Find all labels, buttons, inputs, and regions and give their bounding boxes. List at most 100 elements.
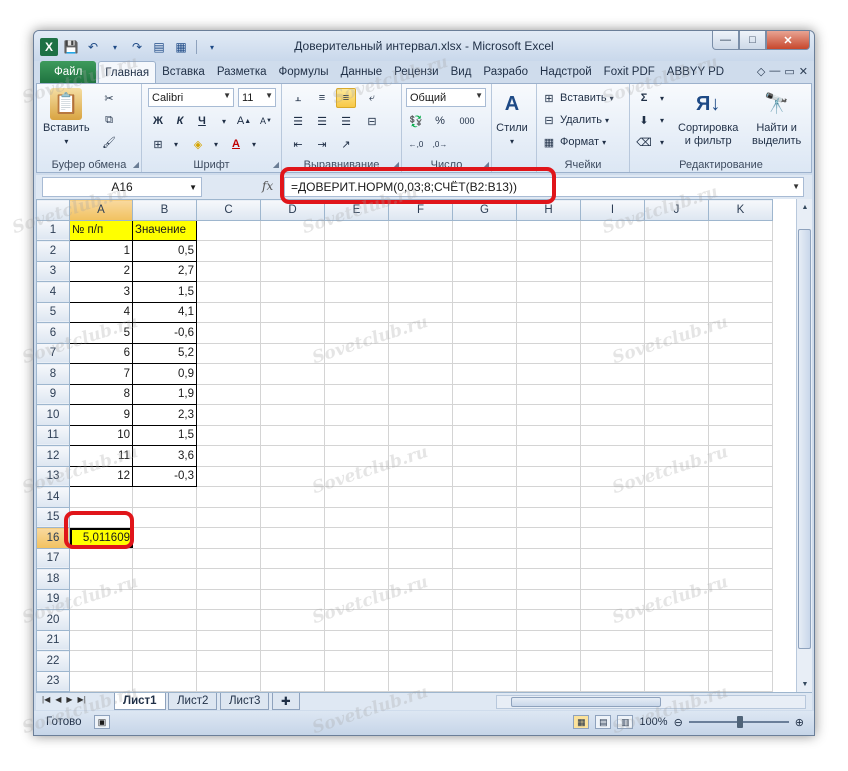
- cell-D12[interactable]: [260, 445, 325, 467]
- row-header[interactable]: 23: [36, 670, 70, 692]
- cell-B7[interactable]: 5,2: [132, 342, 197, 364]
- row-header[interactable]: 7: [36, 342, 70, 364]
- cell-D15[interactable]: [260, 506, 325, 528]
- cell-F23[interactable]: [388, 670, 453, 692]
- cell-C15[interactable]: [196, 506, 261, 528]
- ribbon-minimize-icon[interactable]: —: [769, 65, 780, 78]
- cell-F14[interactable]: [388, 486, 453, 508]
- cell-C22[interactable]: [196, 650, 261, 672]
- font-color-icon[interactable]: A: [226, 134, 246, 154]
- cell-J10[interactable]: [644, 404, 709, 426]
- minimize-button[interactable]: —: [712, 31, 739, 50]
- shrink-font-icon[interactable]: A ▼: [256, 111, 276, 131]
- delete-cells-button[interactable]: ⊟ Удалить ▾: [541, 110, 609, 130]
- cell-K6[interactable]: [708, 322, 773, 344]
- cell-C13[interactable]: [196, 465, 261, 487]
- row-header[interactable]: 4: [36, 281, 70, 303]
- cell-D11[interactable]: [260, 424, 325, 446]
- cell-G13[interactable]: [452, 465, 517, 487]
- row-header[interactable]: 9: [36, 383, 70, 405]
- column-header[interactable]: H: [516, 199, 581, 221]
- number-format-select[interactable]: Общий ▼: [406, 88, 486, 107]
- cell-H15[interactable]: [516, 506, 581, 528]
- insert-sheet-icon[interactable]: ✚: [272, 693, 300, 710]
- clear-icon[interactable]: ⌫: [634, 132, 654, 152]
- tab-4[interactable]: Формулы: [273, 61, 335, 83]
- currency-icon[interactable]: 💱: [406, 111, 426, 131]
- cell-K14[interactable]: [708, 486, 773, 508]
- cell-D23[interactable]: [260, 670, 325, 692]
- cell-K19[interactable]: [708, 588, 773, 610]
- cell-G21[interactable]: [452, 629, 517, 651]
- cell-D16[interactable]: [260, 527, 325, 549]
- cell-J13[interactable]: [644, 465, 709, 487]
- cell-F8[interactable]: [388, 363, 453, 385]
- cell-G16[interactable]: [452, 527, 517, 549]
- vertical-scrollbar[interactable]: ▲ ▼: [796, 199, 812, 692]
- decrease-indent-icon[interactable]: ⇤: [288, 134, 308, 154]
- select-all-corner[interactable]: [36, 199, 70, 221]
- cell-B23[interactable]: [132, 670, 197, 692]
- cell-I7[interactable]: [580, 342, 645, 364]
- cell-E1[interactable]: [324, 219, 389, 241]
- cell-F10[interactable]: [388, 404, 453, 426]
- row-header[interactable]: 14: [36, 486, 70, 508]
- close-button[interactable]: ✕: [766, 31, 810, 50]
- cell-K23[interactable]: [708, 670, 773, 692]
- cell-E15[interactable]: [324, 506, 389, 528]
- cell-B14[interactable]: [132, 486, 197, 508]
- row-header[interactable]: 8: [36, 363, 70, 385]
- cell-D14[interactable]: [260, 486, 325, 508]
- tab-1[interactable]: Главная: [98, 61, 157, 83]
- cell-H7[interactable]: [516, 342, 581, 364]
- cell-H1[interactable]: [516, 219, 581, 241]
- cell-C19[interactable]: [196, 588, 261, 610]
- row-header[interactable]: 15: [36, 506, 70, 528]
- increase-decimal-icon[interactable]: ←,0: [406, 134, 426, 154]
- cell-E2[interactable]: [324, 240, 389, 262]
- column-header[interactable]: C: [196, 199, 261, 221]
- cell-F22[interactable]: [388, 650, 453, 672]
- column-header[interactable]: G: [452, 199, 517, 221]
- thousands-button[interactable]: 000: [452, 111, 482, 131]
- cell-J17[interactable]: [644, 547, 709, 569]
- cell-A17[interactable]: [69, 547, 133, 569]
- sheet-tab-1[interactable]: Лист1: [114, 693, 166, 710]
- cell-F7[interactable]: [388, 342, 453, 364]
- insert-function-icon[interactable]: fx: [262, 179, 273, 193]
- first-sheet-icon[interactable]: |◀: [42, 695, 50, 704]
- row-header[interactable]: 12: [36, 445, 70, 467]
- normal-view-icon[interactable]: ▦: [573, 715, 590, 729]
- cell-K15[interactable]: [708, 506, 773, 528]
- cell-F15[interactable]: [388, 506, 453, 528]
- cell-B13[interactable]: -0,3: [132, 465, 197, 487]
- cell-H13[interactable]: [516, 465, 581, 487]
- cell-F4[interactable]: [388, 281, 453, 303]
- cell-F16[interactable]: [388, 527, 453, 549]
- zoom-level[interactable]: 100%: [639, 716, 667, 728]
- cell-E20[interactable]: [324, 609, 389, 631]
- maximize-button[interactable]: □: [739, 31, 766, 50]
- align-left-icon[interactable]: ☰: [288, 111, 308, 131]
- cell-A1[interactable]: № п/п: [69, 219, 133, 241]
- cell-H22[interactable]: [516, 650, 581, 672]
- cell-I14[interactable]: [580, 486, 645, 508]
- row-header[interactable]: 22: [36, 650, 70, 672]
- cell-A3[interactable]: 2: [69, 260, 133, 282]
- cell-H18[interactable]: [516, 568, 581, 590]
- cell-G11[interactable]: [452, 424, 517, 446]
- cell-J2[interactable]: [644, 240, 709, 262]
- cell-J16[interactable]: [644, 527, 709, 549]
- cell-G4[interactable]: [452, 281, 517, 303]
- cell-G3[interactable]: [452, 260, 517, 282]
- cell-G9[interactable]: [452, 383, 517, 405]
- cell-B9[interactable]: 1,9: [132, 383, 197, 405]
- cell-K22[interactable]: [708, 650, 773, 672]
- cell-H16[interactable]: [516, 527, 581, 549]
- italic-button[interactable]: К: [170, 111, 190, 131]
- increase-indent-icon[interactable]: ⇥: [312, 134, 332, 154]
- cell-K11[interactable]: [708, 424, 773, 446]
- cell-G17[interactable]: [452, 547, 517, 569]
- cell-I16[interactable]: [580, 527, 645, 549]
- cell-J22[interactable]: [644, 650, 709, 672]
